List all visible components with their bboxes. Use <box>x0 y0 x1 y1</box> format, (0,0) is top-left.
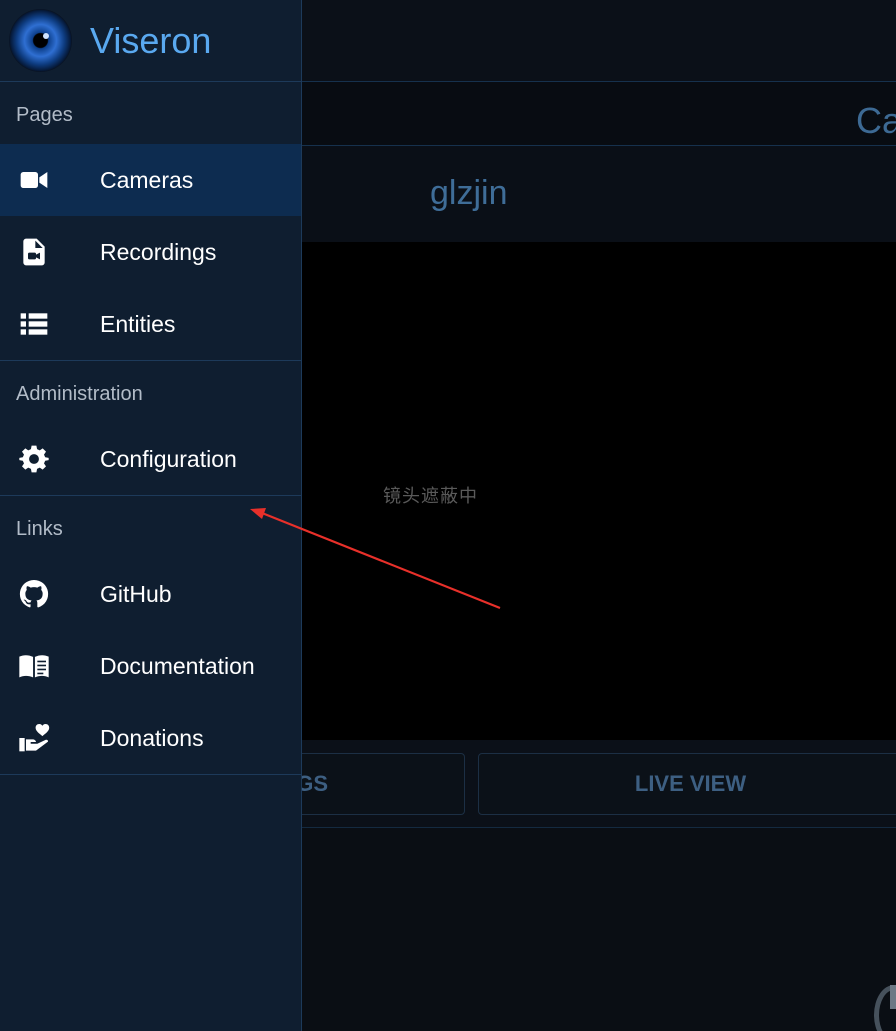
live-view-button-label: LIVE VIEW <box>634 771 747 796</box>
nav-item-github[interactable]: GitHub <box>0 558 301 630</box>
section-pages: Pages Cameras Recordings Entities <box>0 82 301 361</box>
nav-item-documentation[interactable]: Documentation <box>0 630 301 702</box>
camera-name: glzjin <box>430 174 508 212</box>
nav-item-recordings[interactable]: Recordings <box>0 216 301 288</box>
section-title: Pages <box>16 104 73 126</box>
navigation-drawer: Viseron Pages Cameras Recordings Entitie… <box>0 0 302 1031</box>
gear-icon <box>18 443 50 475</box>
nav-item-label: Configuration <box>100 445 237 472</box>
nav-item-label: Recordings <box>100 238 217 265</box>
drawer-header: Viseron <box>0 0 301 82</box>
nav-item-donations[interactable]: Donations <box>0 702 301 774</box>
app-name: Viseron <box>90 19 212 61</box>
section-links: Links GitHub Documentation Donations <box>0 496 301 775</box>
nav-item-label: Donations <box>100 724 204 751</box>
nav-item-configuration[interactable]: Configuration <box>0 423 301 495</box>
nav-item-label: Documentation <box>100 652 255 679</box>
section-title: Administration <box>16 383 143 405</box>
nav-item-label: Cameras <box>100 166 194 193</box>
github-icon <box>18 578 50 610</box>
nav-item-entities[interactable]: Entities <box>0 288 301 360</box>
camera-card-header <box>302 146 896 242</box>
viseron-logo[interactable] <box>9 9 72 72</box>
section-title: Links <box>16 518 63 540</box>
list-icon <box>18 308 50 340</box>
partial-icon-stem <box>890 985 896 1009</box>
book-icon <box>18 650 50 682</box>
nav-item-cameras[interactable]: Cameras <box>0 144 301 216</box>
nav-item-label: Entities <box>100 310 176 337</box>
page-title: Ca <box>856 100 896 141</box>
live-view-button[interactable]: LIVE VIEW <box>478 753 896 815</box>
section-administration: Administration Configuration <box>0 361 301 496</box>
video-file-icon <box>18 236 50 268</box>
nav-item-label: GitHub <box>100 580 172 607</box>
videocam-icon <box>18 164 50 196</box>
video-overlay-text: 镜头遮蔽中 <box>383 486 478 506</box>
hand-heart-icon <box>18 722 50 754</box>
